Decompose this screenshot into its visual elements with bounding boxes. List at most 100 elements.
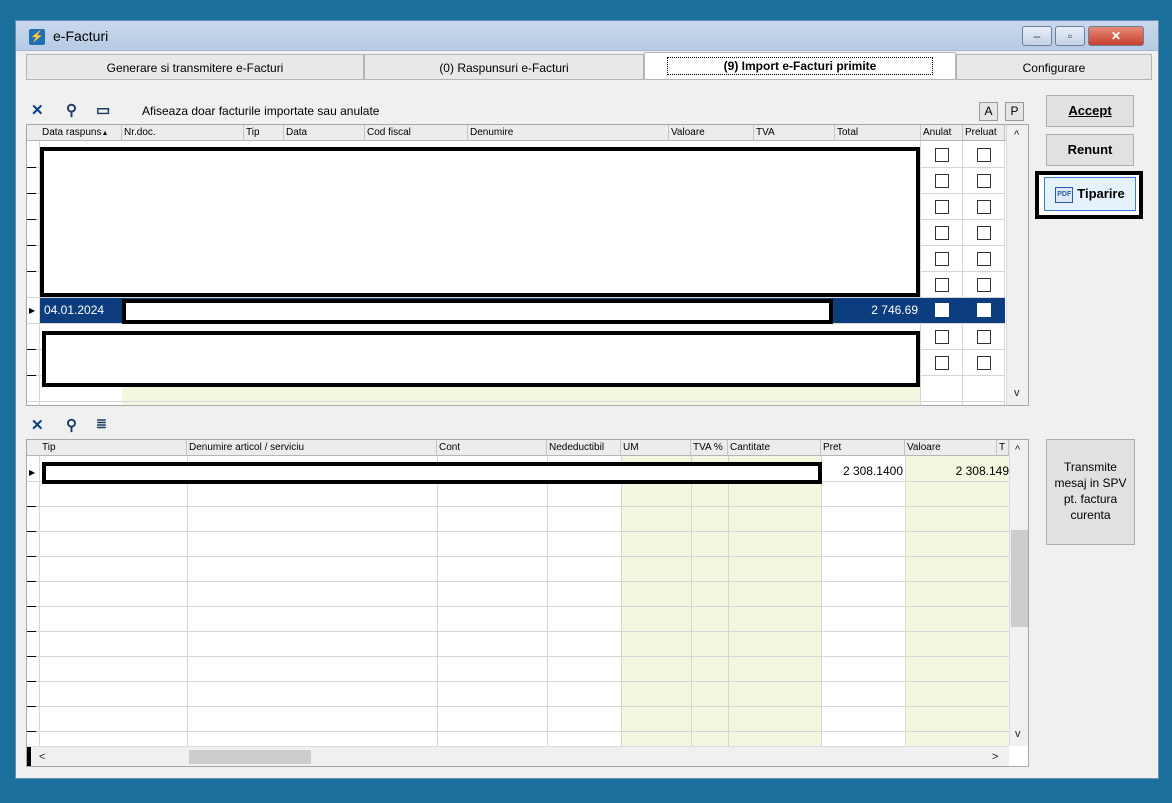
grid-divider — [728, 456, 729, 746]
tab-import-label: (9) Import e-Facturi primite — [666, 57, 934, 75]
excel-icon[interactable]: ✕ — [31, 101, 44, 119]
preluat-checkbox[interactable] — [977, 200, 991, 214]
row-marker — [27, 706, 36, 707]
efacturi-window: ⚡ e-Facturi – ▫ ✕ Generare si transmiter… — [15, 20, 1159, 779]
readonly-columns — [905, 456, 1009, 746]
scroll-down-arrow[interactable]: v — [1015, 728, 1021, 740]
anulat-checkbox[interactable] — [935, 148, 949, 162]
col-data-raspuns[interactable]: Data raspuns▲ — [40, 125, 122, 141]
folder-icon[interactable]: ▭ — [96, 101, 110, 119]
col-tva[interactable]: TVA — [754, 125, 835, 141]
list-icon[interactable]: ≣ — [96, 416, 107, 432]
binoculars-icon[interactable]: ⚲ — [66, 101, 77, 119]
items-grid[interactable]: Tip Denumire articol / serviciu Cont Ned… — [26, 439, 1029, 767]
col-preluat[interactable]: Preluat — [963, 125, 1005, 141]
anulat-checkbox[interactable] — [935, 278, 949, 292]
print-button[interactable]: PDF Tiparire — [1044, 177, 1136, 211]
col-um[interactable]: UM — [621, 440, 691, 456]
col-cantitate[interactable]: Cantitate — [728, 440, 821, 456]
anulat-checkbox[interactable] — [935, 356, 949, 370]
tab-import[interactable]: (9) Import e-Facturi primite — [644, 52, 956, 80]
redacted-region — [40, 147, 920, 297]
preluat-checkbox[interactable] — [977, 174, 991, 188]
col-nr-doc[interactable]: Nr.doc. — [122, 125, 244, 141]
minimize-button[interactable]: – — [1022, 26, 1052, 46]
grid-divider — [962, 141, 963, 405]
a-button[interactable]: A — [979, 102, 998, 121]
invoices-header: Data raspuns▲ Nr.doc. Tip Data Cod fisca… — [27, 125, 1028, 141]
row-marker — [27, 193, 36, 194]
col-tip[interactable]: Tip — [40, 440, 187, 456]
tab-configurare[interactable]: Configurare — [956, 54, 1152, 80]
col-pret[interactable]: Pret — [821, 440, 905, 456]
selected-total: 2 746.69 — [871, 303, 918, 317]
horizontal-scroll-thumb[interactable] — [189, 750, 311, 764]
grid-divider — [437, 456, 438, 746]
col-denumire-articol[interactable]: Denumire articol / serviciu — [187, 440, 437, 456]
row-marker — [27, 219, 36, 220]
anulat-checkbox[interactable] — [935, 226, 949, 240]
grid-row-line — [27, 531, 1009, 532]
grid-divider — [905, 456, 906, 746]
preluat-checkbox[interactable] — [977, 330, 991, 344]
cancel-button[interactable]: Renunt — [1046, 134, 1134, 166]
accept-label: Accept — [1068, 103, 1112, 118]
excel-icon[interactable]: ✕ — [31, 416, 44, 434]
preluat-checkbox[interactable] — [977, 148, 991, 162]
col-tip[interactable]: Tip — [244, 125, 284, 141]
col-tva-procent[interactable]: TVA % — [691, 440, 728, 456]
anulat-checkbox[interactable] — [935, 174, 949, 188]
row-marker — [27, 581, 36, 582]
p-button[interactable]: P — [1005, 102, 1024, 121]
invoices-grid[interactable]: Data raspuns▲ Nr.doc. Tip Data Cod fisca… — [26, 124, 1029, 406]
current-row-icon: ▶ — [29, 306, 36, 315]
items-horizontal-scrollbar[interactable]: < > — [27, 746, 1009, 766]
tab-generare[interactable]: Generare si transmitere e-Facturi — [26, 54, 364, 80]
col-total[interactable]: T — [997, 440, 1009, 456]
bolt-icon: ⚡ — [29, 29, 45, 45]
close-button[interactable]: ✕ — [1088, 26, 1144, 46]
items-vertical-scrollbar[interactable]: ^ v — [1009, 440, 1028, 746]
col-denumire[interactable]: Denumire — [468, 125, 669, 141]
grid-row-line — [27, 656, 1009, 657]
current-row-icon: ▶ — [29, 468, 36, 477]
vertical-scroll-thumb[interactable] — [1011, 530, 1028, 627]
binoculars-icon[interactable]: ⚲ — [66, 416, 77, 434]
row-marker — [27, 506, 36, 507]
row-marker — [27, 731, 36, 732]
col-nedeductibil[interactable]: Nedeductibil — [547, 440, 621, 456]
transmit-spv-button[interactable]: Transmite mesaj in SPV pt. factura curen… — [1046, 439, 1135, 545]
scroll-up-arrow[interactable]: ^ — [1015, 444, 1020, 456]
preluat-checkbox[interactable] — [977, 303, 991, 317]
scroll-up-arrow[interactable]: ^ — [1014, 129, 1019, 141]
items-header: Tip Denumire articol / serviciu Cont Ned… — [27, 440, 1028, 456]
col-data[interactable]: Data — [284, 125, 365, 141]
col-cont[interactable]: Cont — [437, 440, 547, 456]
col-total[interactable]: Total — [835, 125, 921, 141]
col-valoare[interactable]: Valoare — [669, 125, 754, 141]
anulat-checkbox[interactable] — [935, 200, 949, 214]
anulat-checkbox[interactable] — [935, 330, 949, 344]
anulat-checkbox[interactable] — [935, 252, 949, 266]
filter-label[interactable]: Afiseaza doar facturile importate sau an… — [142, 104, 379, 118]
grid-row-line — [27, 401, 1005, 402]
preluat-checkbox[interactable] — [977, 226, 991, 240]
grid-divider — [187, 456, 188, 746]
invoices-vertical-scrollbar[interactable]: ^ v — [1006, 125, 1028, 405]
col-anulat[interactable]: Anulat — [921, 125, 963, 141]
row-marker — [27, 271, 36, 272]
preluat-checkbox[interactable] — [977, 252, 991, 266]
preluat-checkbox[interactable] — [977, 278, 991, 292]
maximize-button[interactable]: ▫ — [1055, 26, 1085, 46]
col-valoare[interactable]: Valoare — [905, 440, 997, 456]
row-marker — [27, 606, 36, 607]
scroll-right-arrow[interactable]: > — [992, 751, 998, 763]
preluat-checkbox[interactable] — [977, 356, 991, 370]
scroll-left-arrow[interactable]: < — [39, 751, 45, 763]
scroll-down-arrow[interactable]: v — [1014, 387, 1020, 399]
tab-bar: Generare si transmitere e-Facturi (0) Ra… — [26, 52, 1152, 80]
anulat-checkbox[interactable] — [935, 303, 949, 317]
col-cod-fiscal[interactable]: Cod fiscal — [365, 125, 468, 141]
tab-raspunsuri[interactable]: (0) Raspunsuri e-Facturi — [364, 54, 644, 80]
accept-button[interactable]: Accept — [1046, 95, 1134, 127]
